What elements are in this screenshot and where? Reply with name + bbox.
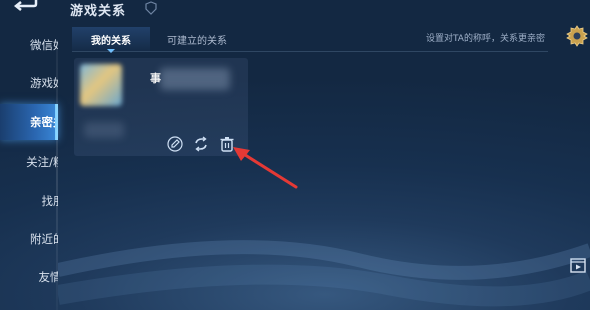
sidebar-item-follow-fans[interactable]: 关注/粉丝 — [0, 144, 58, 180]
sidebar-divider — [56, 40, 58, 310]
edit-relation-icon[interactable] — [167, 136, 183, 152]
sidebar-item-rekindle-friendship[interactable]: 友情重燃⌄ — [0, 259, 58, 295]
sidebar-item-wechat-friends[interactable]: 微信好友 — [0, 27, 58, 63]
sidebar-item-label: 亲密关系 — [30, 115, 58, 129]
background-light-wave — [58, 240, 590, 307]
sidebar-item-label: 附近的人 — [30, 232, 58, 246]
decoration-icon — [145, 1, 157, 15]
sidebar-item-find-friends[interactable]: 找朋友 — [0, 183, 59, 219]
tab-divider — [72, 51, 548, 52]
sidebar-item-game-friends[interactable]: 游戏好友 — [0, 65, 58, 101]
sidebar-item-label: 友情重燃⌄ — [20, 269, 58, 285]
sidebar: 微信好友 游戏好友 亲密关系 关注/粉丝 找朋友 附近的人 友情重燃⌄ — [0, 18, 58, 310]
blurred-info — [84, 122, 124, 138]
avatar — [80, 64, 122, 106]
page-title: 游戏关系 — [70, 4, 127, 19]
sidebar-item-label: 微信好友 — [30, 38, 58, 52]
sidebar-item-label: 游戏好友 — [30, 76, 58, 90]
blurred-name — [160, 68, 230, 90]
tab-label: 可建立的关系 — [167, 35, 227, 47]
annotation-arrow — [233, 147, 298, 189]
hint-text: 设置对TA的称呼，关系更亲密 — [426, 34, 545, 44]
sidebar-item-nearby-people[interactable]: 附近的人 — [0, 221, 58, 257]
tab-my-relations[interactable]: 我的关系 — [72, 27, 150, 53]
top-bar: 游戏关系 — [0, 0, 590, 22]
video-icon[interactable] — [570, 258, 586, 273]
sidebar-item-intimate-relations[interactable]: 亲密关系 — [0, 104, 58, 140]
swap-relation-icon[interactable] — [193, 136, 209, 152]
settings-gear-icon[interactable] — [566, 25, 588, 47]
player-name: 事 — [150, 72, 161, 85]
back-arrow-icon[interactable] — [12, 0, 38, 12]
tab-label: 我的关系 — [91, 35, 131, 47]
tab-available-relations[interactable]: 可建立的关系 — [160, 27, 234, 51]
sidebar-item-label: 关注/粉丝 — [26, 155, 58, 169]
